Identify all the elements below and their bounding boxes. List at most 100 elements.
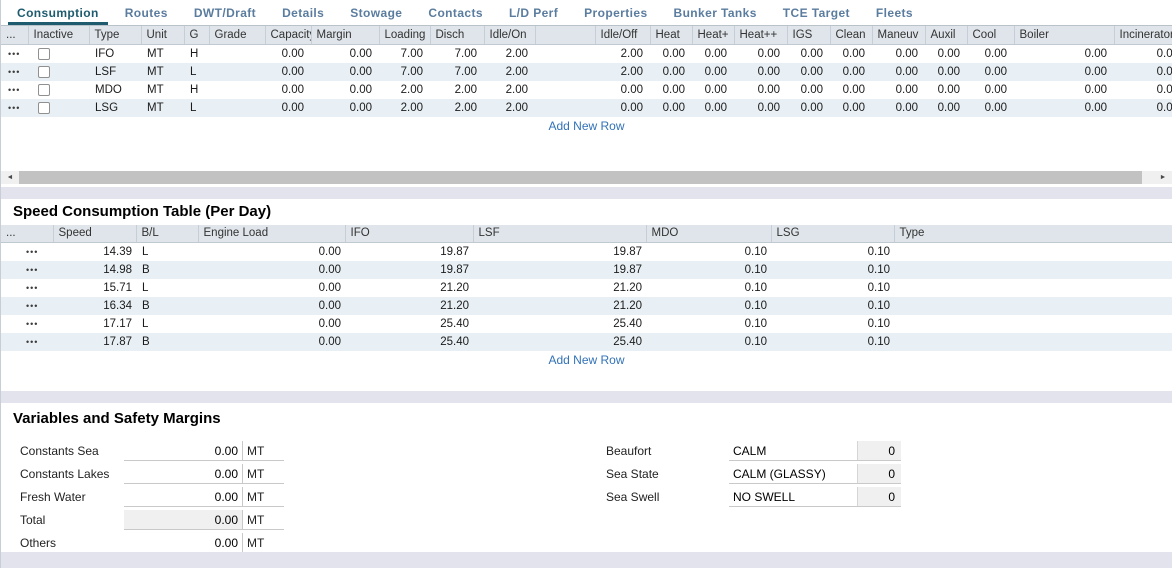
tab-properties[interactable]: Properties <box>571 0 660 25</box>
lsf-cell[interactable]: 19.87 <box>473 261 646 279</box>
value-cell[interactable]: 7.00 <box>379 44 430 63</box>
grade-cell[interactable] <box>209 99 265 117</box>
constants-sea-input[interactable]: 0.00 MT <box>124 441 284 461</box>
fresh-water-input[interactable]: 0.00 MT <box>124 487 284 507</box>
value-cell[interactable]: 0.00 <box>787 99 830 117</box>
field-value[interactable]: 0.00 <box>124 464 242 483</box>
value-cell[interactable]: 0.00 <box>787 44 830 63</box>
speed-cell[interactable]: 14.39 <box>53 243 136 261</box>
mdo-cell[interactable]: 0.10 <box>646 279 771 297</box>
engine-load-cell[interactable]: 0.00 <box>198 279 345 297</box>
value-cell[interactable]: 0.00 <box>967 99 1014 117</box>
fuel-type-cell[interactable]: IFO <box>89 44 141 63</box>
grade-group-cell[interactable]: L <box>184 99 209 117</box>
mdo-cell[interactable]: 0.10 <box>646 261 771 279</box>
lsg-cell[interactable]: 0.10 <box>771 333 894 351</box>
value-cell[interactable]: 0.00 <box>650 99 692 117</box>
select-value[interactable]: NO SWELL <box>729 487 857 506</box>
bl-cell[interactable]: B <box>136 261 198 279</box>
row-menu-icon[interactable]: ••• <box>1 301 38 311</box>
value-cell[interactable]: 0.00 <box>650 44 692 63</box>
value-cell[interactable]: 0.00 <box>1114 63 1172 81</box>
tab-consumption[interactable]: Consumption <box>4 0 112 25</box>
unit-cell[interactable]: MT <box>141 63 184 81</box>
inactive-checkbox[interactable] <box>38 66 50 78</box>
engine-load-cell[interactable]: 0.00 <box>198 333 345 351</box>
value-cell[interactable]: 0.00 <box>265 63 311 81</box>
lsg-cell[interactable]: 0.10 <box>771 315 894 333</box>
row-menu-icon[interactable]: ••• <box>1 247 38 257</box>
speed-cell[interactable]: 17.17 <box>53 315 136 333</box>
value-cell[interactable]: 0.00 <box>967 63 1014 81</box>
value-cell[interactable]: 0.00 <box>734 99 787 117</box>
mdo-cell[interactable]: 0.10 <box>646 315 771 333</box>
value-cell[interactable]: 2.00 <box>484 63 535 81</box>
value-cell[interactable]: 0.00 <box>692 63 734 81</box>
value-cell[interactable]: 0.00 <box>967 81 1014 99</box>
bl-cell[interactable]: B <box>136 333 198 351</box>
value-cell[interactable]: 0.00 <box>1014 99 1114 117</box>
value-cell[interactable]: 0.00 <box>692 44 734 63</box>
add-new-row-link-consumption[interactable]: Add New Row <box>548 119 624 133</box>
bl-cell[interactable]: L <box>136 315 198 333</box>
type-cell[interactable] <box>894 261 1172 279</box>
value-cell[interactable]: 0.00 <box>830 81 872 99</box>
scrollbar-track[interactable] <box>19 171 1154 184</box>
row-menu-icon[interactable]: ••• <box>1 85 20 95</box>
grade-group-cell[interactable]: H <box>184 44 209 63</box>
scroll-left-arrow-icon[interactable]: ◄ <box>1 171 19 184</box>
inactive-checkbox[interactable] <box>38 84 50 96</box>
value-cell[interactable]: 0.00 <box>734 81 787 99</box>
value-cell[interactable]: 0.00 <box>967 44 1014 63</box>
others-input[interactable]: 0.00 MT <box>124 533 284 553</box>
type-cell[interactable] <box>894 333 1172 351</box>
value-cell[interactable]: 0.00 <box>1114 44 1172 63</box>
ifo-cell[interactable]: 25.40 <box>345 315 473 333</box>
lsf-cell[interactable]: 21.20 <box>473 297 646 315</box>
fuel-type-cell[interactable]: LSF <box>89 63 141 81</box>
beaufort-select[interactable]: CALM 0 <box>729 441 901 461</box>
value-cell[interactable]: 0.00 <box>265 81 311 99</box>
value-cell[interactable]: 0.00 <box>311 81 379 99</box>
lsf-cell[interactable]: 19.87 <box>473 243 646 261</box>
scroll-right-arrow-icon[interactable]: ► <box>1154 171 1172 184</box>
value-cell[interactable]: 7.00 <box>379 63 430 81</box>
value-cell[interactable]: 0.00 <box>1114 99 1172 117</box>
grade-cell[interactable] <box>209 81 265 99</box>
inactive-checkbox[interactable] <box>38 48 50 60</box>
tab-bunker-tanks[interactable]: Bunker Tanks <box>661 0 770 25</box>
value-cell[interactable]: 0.00 <box>1014 81 1114 99</box>
fuel-type-cell[interactable]: MDO <box>89 81 141 99</box>
tab-l-d-perf[interactable]: L/D Perf <box>496 0 571 25</box>
field-value[interactable]: 0.00 <box>124 487 242 506</box>
lsg-cell[interactable]: 0.10 <box>771 261 894 279</box>
value-cell[interactable]: 2.00 <box>430 81 484 99</box>
lsg-cell[interactable]: 0.10 <box>771 297 894 315</box>
ifo-cell[interactable]: 21.20 <box>345 279 473 297</box>
value-cell[interactable]: 0.00 <box>925 99 967 117</box>
value-cell[interactable]: 7.00 <box>430 44 484 63</box>
row-menu-icon[interactable]: ••• <box>1 67 20 77</box>
row-menu-icon[interactable]: ••• <box>1 337 38 347</box>
value-cell[interactable]: 0.00 <box>925 63 967 81</box>
value-cell[interactable]: 0.00 <box>650 81 692 99</box>
value-cell[interactable]: 2.00 <box>484 99 535 117</box>
value-cell[interactable]: 0.00 <box>872 63 925 81</box>
value-cell[interactable]: 0.00 <box>830 99 872 117</box>
value-cell[interactable]: 0.00 <box>692 81 734 99</box>
row-menu-icon[interactable]: ••• <box>1 319 38 329</box>
value-cell[interactable]: 0.00 <box>734 63 787 81</box>
value-cell[interactable]: 2.00 <box>595 63 650 81</box>
inactive-checkbox[interactable] <box>38 102 50 114</box>
tab-tce-target[interactable]: TCE Target <box>770 0 863 25</box>
value-cell[interactable]: 0.00 <box>595 81 650 99</box>
tab-stowage[interactable]: Stowage <box>337 0 415 25</box>
speed-cell[interactable]: 16.34 <box>53 297 136 315</box>
ifo-cell[interactable]: 19.87 <box>345 243 473 261</box>
value-cell[interactable]: 0.00 <box>1014 44 1114 63</box>
select-value[interactable]: CALM <box>729 441 857 460</box>
bl-cell[interactable]: B <box>136 297 198 315</box>
value-cell[interactable]: 0.00 <box>872 99 925 117</box>
value-cell[interactable]: 0.00 <box>734 44 787 63</box>
value-cell[interactable]: 7.00 <box>430 63 484 81</box>
